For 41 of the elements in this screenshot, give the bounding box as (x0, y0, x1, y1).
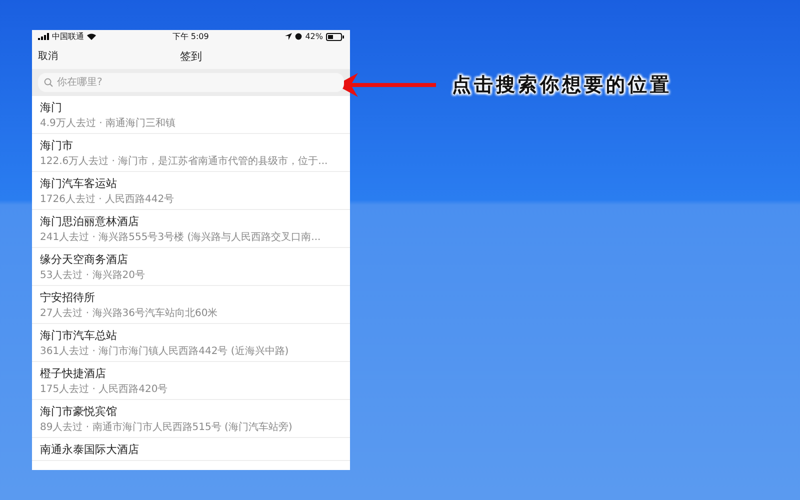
alarm-icon (295, 33, 302, 40)
place-detail: 53人去过 · 海兴路20号 (40, 268, 146, 282)
place-row[interactable]: 海门市汽车总站 361人去过 · 海门市海门镇人民西路442号 (近海兴中路) (32, 324, 350, 362)
place-row[interactable]: 宁安招待所 27人去过 · 海兴路36号汽车站向北60米 (32, 286, 350, 324)
battery-percent: 42% (305, 32, 323, 41)
place-name: 海门思泊丽意林酒店 (40, 214, 140, 229)
place-name: 南通永泰国际大酒店 (40, 442, 140, 457)
place-name: 橙子快捷酒店 (40, 366, 107, 381)
battery-icon (326, 32, 344, 40)
place-name: 海门市汽车总站 (40, 328, 118, 343)
place-row[interactable]: 海门思泊丽意林酒店 241人去过 · 海兴路555号3号楼 (海兴路与人民西路交叉口南... (32, 210, 350, 248)
clock-time: 下午 5:09 (172, 31, 209, 42)
place-name: 海门市豪悦宾馆 (40, 404, 118, 419)
place-row[interactable]: 海门市 122.6万人去过 · 海门市，是江苏省南通市代管的县级市，位于... (32, 134, 350, 172)
place-name: 海门 (40, 100, 63, 115)
place-row[interactable]: 南通永泰国际大酒店 (32, 438, 350, 461)
place-row[interactable]: 海门市豪悦宾馆 89人去过 · 南通市海门市人民西路515号 (海门汽车站旁) (32, 400, 350, 438)
place-name: 宁安招待所 (40, 290, 96, 305)
signal-icon (38, 33, 49, 40)
cancel-button[interactable]: 取消 (38, 49, 58, 63)
place-detail: 361人去过 · 海门市海门镇人民西路442号 (近海兴中路) (40, 344, 290, 358)
place-detail: 27人去过 · 海兴路36号汽车站向北60米 (40, 306, 219, 320)
place-detail: 241人去过 · 海兴路555号3号楼 (海兴路与人民西路交叉口南... (40, 230, 322, 244)
location-icon (285, 33, 292, 40)
place-detail: 175人去过 · 人民西路420号 (40, 382, 169, 396)
place-row[interactable]: 海门 4.9万人去过 · 南通海门三和镇 (32, 96, 350, 134)
place-row[interactable]: 海门汽车客运站 1726人去过 · 人民西路442号 (32, 172, 350, 210)
place-row[interactable]: 缘分天空商务酒店 53人去过 · 海兴路20号 (32, 248, 350, 286)
place-detail: 1726人去过 · 人民西路442号 (40, 192, 176, 206)
instruction-text: 点击搜索你想要的位置 (452, 73, 672, 98)
search-field[interactable]: 你在哪里? (38, 73, 344, 92)
place-row[interactable]: 橙子快捷酒店 175人去过 · 人民西路420号 (32, 362, 350, 400)
carrier-name: 中国联通 (52, 31, 84, 42)
place-detail: 4.9万人去过 · 南通海门三和镇 (40, 116, 176, 130)
place-detail: 122.6万人去过 · 海门市，是江苏省南通市代管的县级市，位于... (40, 154, 329, 168)
place-name: 缘分天空商务酒店 (40, 252, 129, 267)
place-detail: 89人去过 · 南通市海门市人民西路515号 (海门汽车站旁) (40, 420, 294, 434)
place-name: 海门汽车客运站 (40, 176, 118, 191)
wifi-icon (87, 33, 96, 40)
place-name: 海门市 (40, 138, 74, 153)
page-title: 签到 (180, 48, 202, 64)
